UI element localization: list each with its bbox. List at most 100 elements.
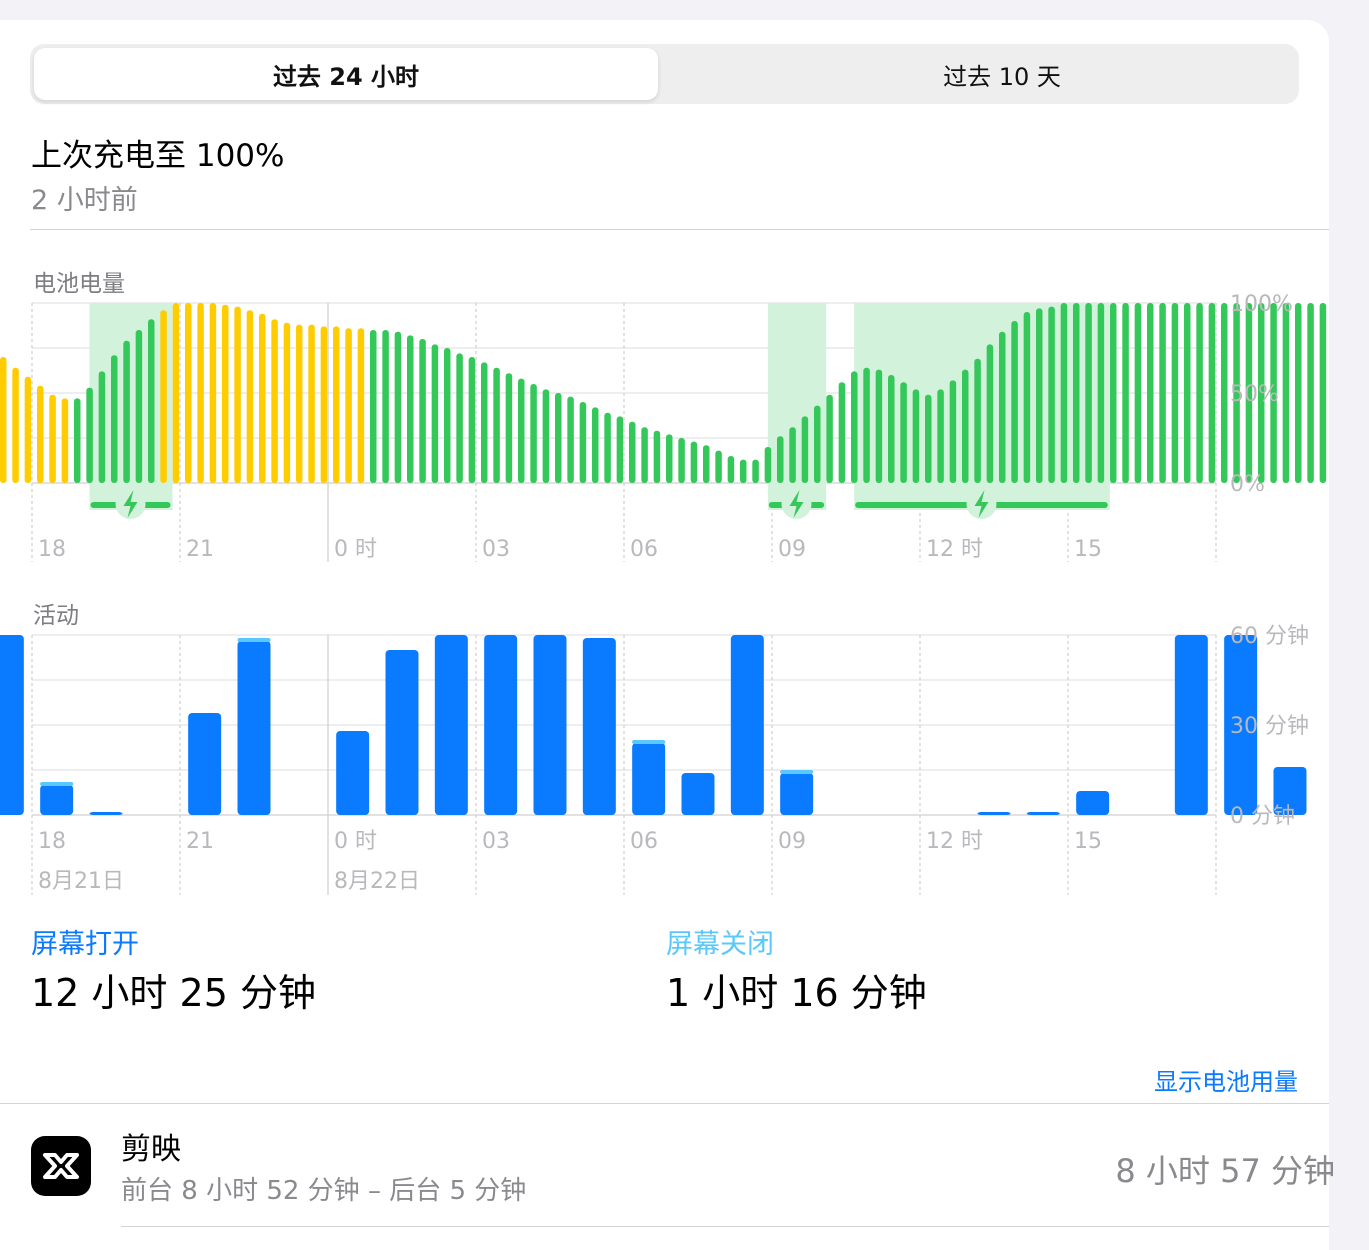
battery-bar [320,326,328,483]
battery-bar [530,384,537,483]
battery-bar [24,376,32,483]
battery-bar [776,436,784,483]
battery-bar [604,412,611,483]
battery-bar [1122,303,1129,483]
capcut-icon [31,1136,91,1196]
battery-y-tick-100: 100% [1230,292,1293,317]
battery-bar [431,344,439,483]
show-battery-usage-link[interactable]: 显示电池用量 [1154,1062,1298,1097]
screen-on-bar [237,641,271,815]
screen-on-bar [681,773,715,815]
battery-bar [1159,303,1166,483]
tab-last-24-hours[interactable]: 过去 24 小时 [34,48,658,100]
battery-bar [1282,303,1290,483]
battery-bar [0,357,7,483]
battery-x-tick-12: 12 时 [926,537,983,562]
screen-on-bar [533,635,567,815]
battery-bar [110,355,118,483]
battery-bar [493,367,500,483]
activity-y-tick-30: 30 分钟 [1230,714,1309,739]
battery-bar [1319,303,1327,483]
battery-bar [1048,306,1055,483]
battery-bar [974,358,981,483]
screen-off-bar [40,782,74,786]
battery-bar [986,344,994,483]
battery-bar [900,382,907,483]
screen-on-bar [336,731,370,815]
activity-x-tick-18: 18 [38,829,66,854]
activity-x-tick-21: 21 [186,829,214,854]
battery-bar [456,353,463,483]
activity-x-tick-15: 15 [1074,829,1102,854]
battery-bar [702,445,710,483]
battery-bar [690,441,698,483]
battery-bar [1220,303,1228,483]
battery-bar [801,416,809,483]
last-charge-ago: 2 小时前 [31,185,138,216]
time-range-segmented-control: 过去 24 小时 过去 10 天 [30,44,1299,104]
battery-bar [1134,303,1142,483]
battery-bar [86,387,93,483]
battery-bar [98,371,106,483]
battery-bar [221,304,229,483]
battery-bar [1208,303,1216,483]
battery-bar [1072,303,1080,483]
tab-last-10-days[interactable]: 过去 10 天 [690,48,1314,100]
battery-bar [468,357,476,483]
battery-x-tick-21: 21 [186,537,214,562]
battery-bar [37,385,44,483]
battery-bar [443,348,451,483]
activity-x-tick-06: 06 [630,829,658,854]
battery-bar [382,330,389,483]
battery-bar [838,382,846,483]
screen-on-bar [1076,791,1110,815]
screen-off-bar [632,740,666,744]
screen-on-bar [0,635,24,815]
battery-bar [887,375,895,483]
last-charge-title: 上次充电至 100% [31,138,285,174]
activity-y-tick-0: 0 分钟 [1230,804,1295,829]
screen-on-bar [1174,635,1208,815]
screen-on-bar [780,773,814,815]
battery-bar [727,456,735,483]
date-label-aug-22: 8月22日 [334,869,420,894]
screen-on-bar [188,713,222,815]
battery-bar [579,402,587,483]
battery-bar [912,389,920,483]
battery-bar [184,303,192,483]
battery-bar [1085,303,1092,483]
divider [0,1103,1329,1104]
battery-bar [678,438,685,483]
battery-bar [123,340,130,483]
battery-x-tick-15: 15 [1074,537,1102,562]
screen-on-bar [582,638,616,815]
battery-bar [1146,303,1154,483]
battery-bar [160,310,167,483]
screen-on-bar [730,635,764,815]
battery-bar [1196,303,1203,483]
battery-bar [332,326,340,483]
screen-on-label: 屏幕打开 [31,929,139,960]
app-total-usage: 8 小时 57 分钟 [1115,1152,1335,1190]
app-usage-detail: 前台 8 小时 52 分钟 – 后台 5 分钟 [121,1176,527,1206]
battery-bar [542,389,550,483]
app-name: 剪映 [121,1132,181,1167]
screen-off-label: 屏幕关闭 [666,929,774,960]
battery-level-chart: 100% 50% 0% 18 21 0 时 03 06 09 12 时 15 [0,292,1327,562]
battery-bar [764,447,772,483]
battery-bar [73,398,81,483]
battery-bar [1060,303,1068,483]
battery-y-tick-50: 50% [1230,382,1279,407]
battery-bar [1294,303,1302,483]
battery-bar [1023,312,1031,483]
battery-bar [1171,303,1179,483]
activity-x-tick-12: 12 时 [926,829,983,854]
screen-on-value: 12 小时 25 分钟 [31,971,316,1015]
battery-x-tick-18: 18 [38,537,66,562]
battery-bar [850,371,858,483]
battery-bar [406,335,414,483]
activity-x-tick-0: 0 时 [334,829,377,854]
battery-bar [12,367,19,483]
date-label-aug-21: 8月21日 [38,869,124,894]
battery-x-tick-09: 09 [778,537,806,562]
